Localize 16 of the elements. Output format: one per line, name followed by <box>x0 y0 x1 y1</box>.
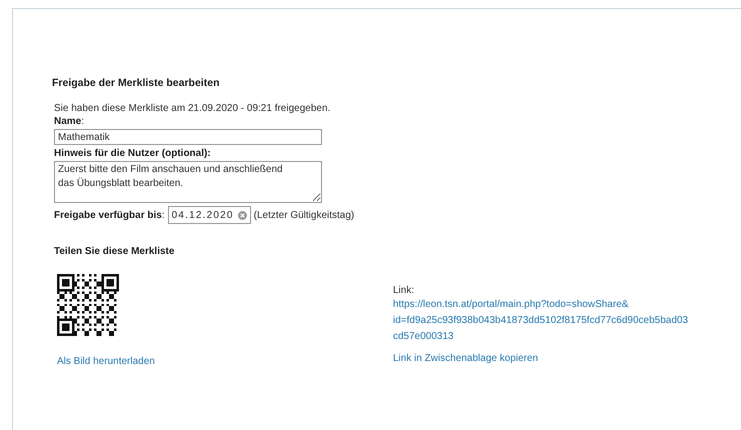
info-text: Sie haben diese Merkliste am 21.09.2020 - 09:21 freigegeben. <box>54 102 330 115</box>
hint-field[interactable]: Zuerst bitte den Film anschauen und anschließend das Übungsblatt bearbeiten. <box>54 161 322 203</box>
field-label: Name: <box>54 116 84 127</box>
share-url-link[interactable]: https://leon.tsn.at/portal/main.php?todo=showShare& id=fd9a25c93f938b043b41873dd5102f8175fcd77c6d90ceb5bad03 cd57e000313 <box>393 297 688 345</box>
field-label: Hinweis für die Nutzer (optional): <box>54 148 211 159</box>
date-field[interactable]: 04.12.2020 <box>168 206 251 224</box>
clear-icon[interactable] <box>238 210 247 220</box>
date-note: (Letzter Gültigkeitstag) <box>254 210 354 220</box>
download-link[interactable]: Als Bild herunterladen <box>57 356 155 367</box>
copy-link[interactable]: Link in Zwischenablage kopieren <box>393 351 538 366</box>
section-heading: Freigabe der Merkliste bearbeiten <box>52 77 220 89</box>
section-heading: Teilen Sie diese Merkliste <box>54 246 176 257</box>
field-label: Freigabe verfügbar bis: <box>54 210 165 220</box>
qr-code-icon <box>57 274 119 336</box>
link-label: Link: <box>393 284 416 297</box>
name-field[interactable]: Mathematik <box>54 129 322 145</box>
